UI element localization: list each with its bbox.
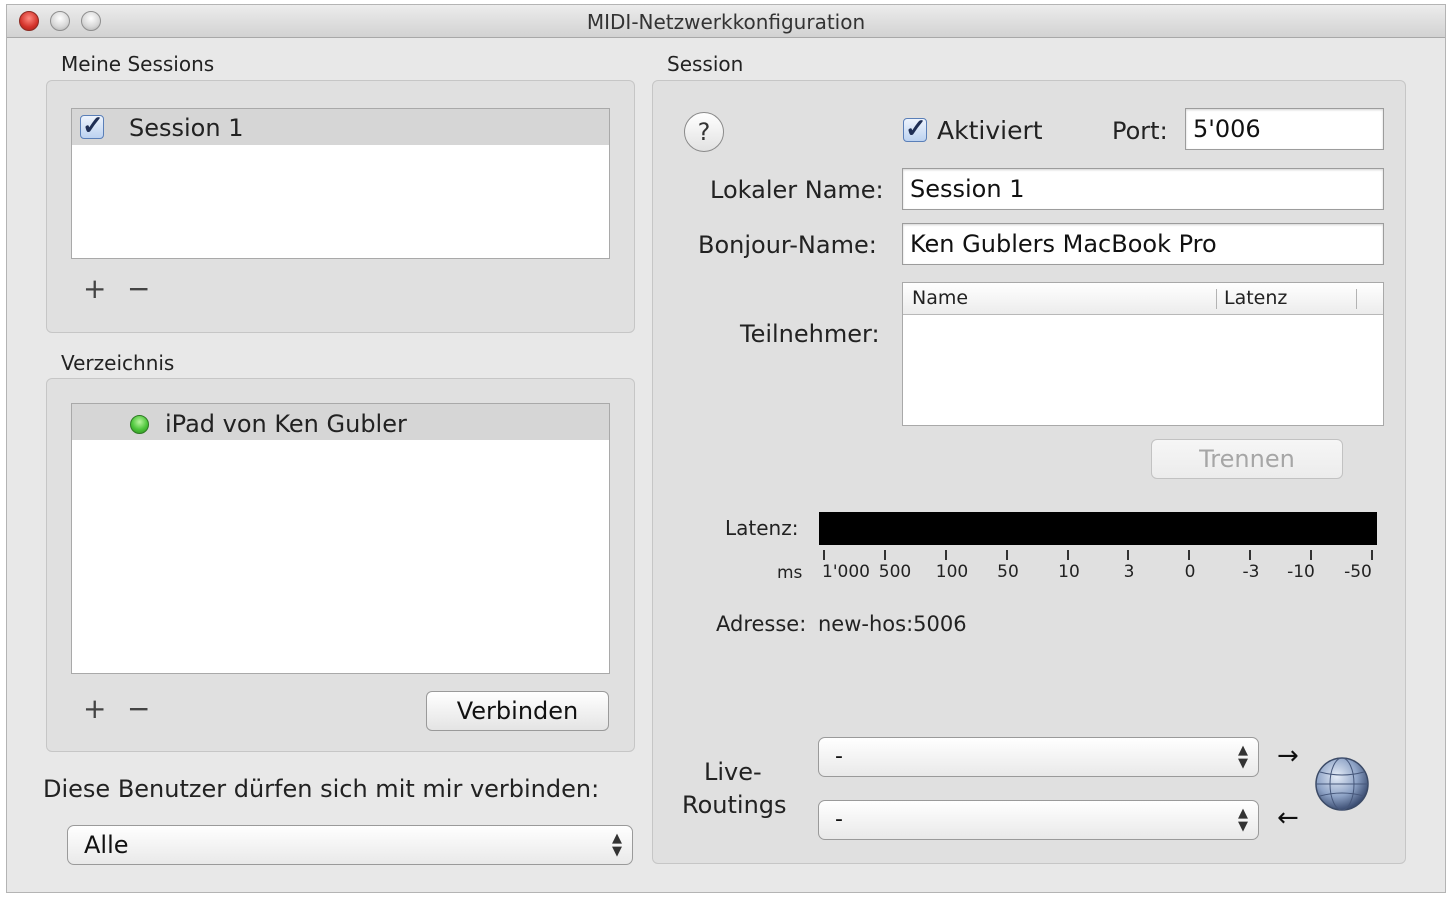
checkmark-icon: ✓: [82, 110, 104, 140]
latency-tick: [1371, 550, 1373, 560]
latency-label: Latenz:: [725, 516, 799, 540]
popup-arrows-icon: ▲ ▼: [1238, 743, 1248, 771]
latency-tick: [1188, 550, 1190, 560]
popup-arrows-icon: ▲ ▼: [1238, 806, 1248, 834]
latency-tick-label: 50: [997, 562, 1019, 582]
help-button[interactable]: ?: [684, 112, 724, 152]
remove-session-button[interactable]: −: [127, 272, 150, 305]
address-value: new-hos:5006: [818, 612, 967, 636]
latency-tick-label: -3: [1242, 562, 1260, 582]
checkmark-icon: ✓: [905, 113, 927, 143]
participants-label: Teilnehmer:: [740, 320, 880, 348]
latency-tick-label: -10: [1287, 562, 1315, 582]
arrow-left-icon: ←: [1277, 803, 1299, 833]
latency-tick: [1249, 550, 1251, 560]
participants-table[interactable]: Name Latenz: [902, 282, 1384, 426]
permissions-label: Diese Benutzer dürfen sich mit mir verbi…: [43, 775, 600, 803]
latency-tick-label: -50: [1344, 562, 1372, 582]
online-status-icon: [130, 415, 149, 434]
routing-out-value: -: [835, 807, 843, 832]
local-name-label: Lokaler Name:: [710, 176, 884, 204]
latency-tick: [1310, 550, 1312, 560]
name-column-header[interactable]: Name: [912, 287, 968, 309]
latency-meter: [819, 512, 1377, 545]
live-routings-label-line1: Live-: [704, 758, 762, 786]
latency-tick: [1006, 550, 1008, 560]
routing-in-popup[interactable]: - ▲ ▼: [818, 737, 1259, 777]
remove-directory-button[interactable]: −: [127, 692, 150, 725]
latency-tick-label: 500: [878, 562, 912, 582]
latency-column-header[interactable]: Latenz: [1224, 287, 1287, 309]
port-label: Port:: [1112, 117, 1168, 145]
live-routings-label-line2: Routings: [682, 791, 787, 819]
popup-arrows-icon: ▲ ▼: [612, 831, 622, 859]
session-heading: Session: [667, 52, 744, 76]
latency-tick-label: 10: [1058, 562, 1080, 582]
connect-button[interactable]: Verbinden: [426, 691, 609, 731]
latency-tick-label: 1'000: [822, 562, 870, 582]
latency-tick: [1067, 550, 1069, 560]
bonjour-name-field[interactable]: Ken Gublers MacBook Pro: [902, 223, 1384, 265]
column-divider: [1216, 289, 1217, 309]
directory-list[interactable]: [71, 403, 610, 674]
participants-header: [903, 283, 1383, 315]
arrow-right-icon: →: [1277, 741, 1299, 771]
add-directory-button[interactable]: +: [83, 692, 106, 725]
active-label: Aktiviert: [937, 116, 1043, 145]
local-name-field[interactable]: Session 1: [902, 168, 1384, 210]
latency-tick: [1127, 550, 1129, 560]
column-divider: [1356, 289, 1357, 309]
latency-unit: ms: [777, 563, 803, 583]
latency-tick: [884, 550, 886, 560]
latency-tick-label: 100: [935, 562, 969, 582]
bonjour-name-label: Bonjour-Name:: [698, 231, 877, 259]
latency-tick-label: 0: [1184, 562, 1196, 582]
permissions-popup[interactable]: Alle ▲ ▼: [67, 825, 633, 865]
latency-tick: [945, 550, 947, 560]
window-title: MIDI-Netzwerkkonfiguration: [586, 10, 866, 34]
disconnect-button[interactable]: Trennen: [1151, 439, 1343, 479]
network-globe-icon: [1314, 756, 1370, 812]
session-active-checkbox[interactable]: ✓: [903, 113, 927, 143]
sessions-heading: Meine Sessions: [61, 52, 215, 76]
add-session-button[interactable]: +: [83, 272, 106, 305]
latency-tick-label: 3: [1123, 562, 1135, 582]
routing-in-value: -: [835, 744, 843, 769]
latency-tick: [823, 550, 825, 560]
routing-out-popup[interactable]: - ▲ ▼: [818, 800, 1259, 840]
permissions-value: Alle: [84, 831, 129, 859]
session-row-label: Session 1: [129, 114, 244, 142]
title-bar: MIDI-Netzwerkkonfiguration: [7, 5, 1445, 38]
address-label: Adresse:: [716, 612, 807, 636]
directory-row-label: iPad von Ken Gubler: [165, 410, 407, 438]
port-field[interactable]: 5'006: [1185, 108, 1384, 150]
session-enabled-checkbox[interactable]: ✓: [80, 110, 104, 140]
directory-heading: Verzeichnis: [61, 351, 175, 375]
